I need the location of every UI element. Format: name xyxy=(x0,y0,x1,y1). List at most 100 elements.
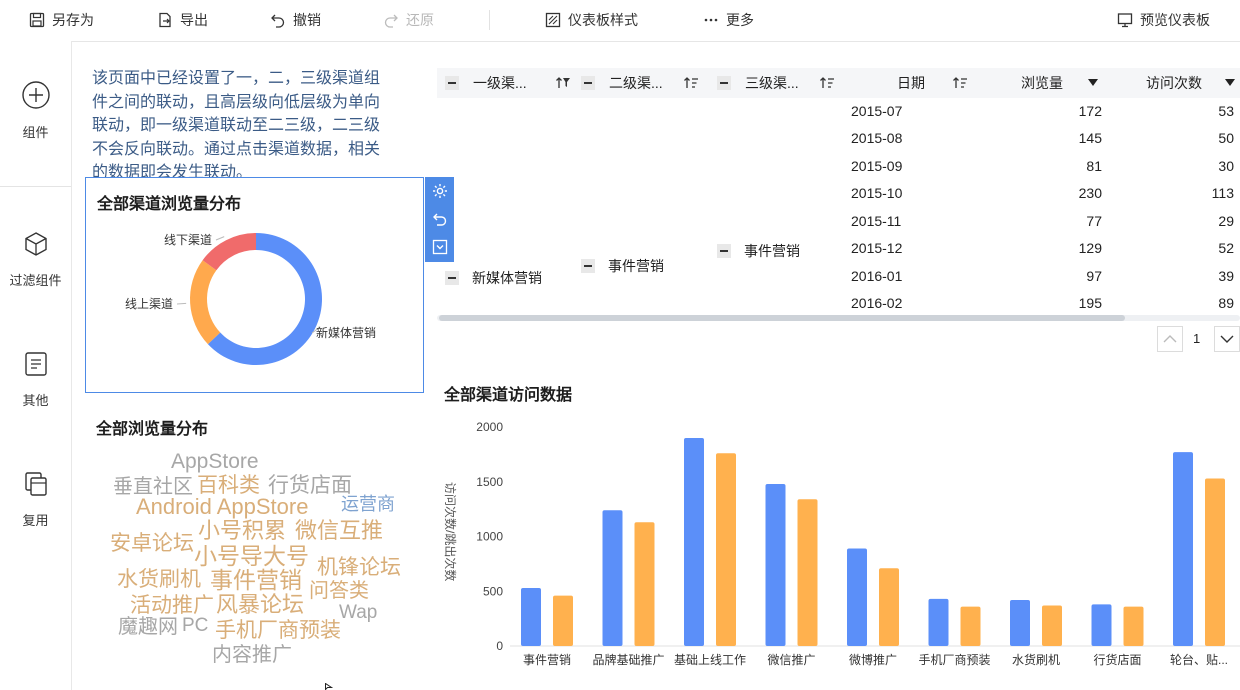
chevron-down-icon xyxy=(1220,335,1234,343)
wordcloud-word[interactable]: 事件营销 xyxy=(210,569,302,592)
page-prev-button[interactable] xyxy=(1157,326,1183,352)
y-tick-label: 1500 xyxy=(476,475,503,489)
donut-chart-widget[interactable]: 全部渠道浏览量分布 新媒体营销 线上渠道 线下渠道 xyxy=(85,177,424,393)
wordcloud-word[interactable]: 机锋论坛 xyxy=(317,557,401,578)
rail-item-other[interactable]: 其他 xyxy=(0,350,71,409)
save-as-button[interactable]: 另存为 xyxy=(29,0,94,40)
wordcloud-word[interactable]: 内容推广 xyxy=(212,645,292,665)
bar[interactable] xyxy=(1205,478,1225,646)
bar[interactable] xyxy=(960,606,981,646)
wordcloud-word[interactable]: 水货刷机 xyxy=(117,569,201,590)
redo-button[interactable]: 还原 xyxy=(383,0,434,40)
row-group-level1[interactable]: 新媒体营销 xyxy=(445,268,542,288)
sort-filter-icon[interactable] xyxy=(555,76,571,90)
cell-pageviews: 129 xyxy=(1078,240,1102,256)
wordcloud-word[interactable]: PC xyxy=(182,616,208,635)
bar[interactable] xyxy=(553,595,573,646)
add-circle-icon xyxy=(21,81,50,109)
collapse-icon[interactable] xyxy=(581,76,595,90)
bar[interactable] xyxy=(521,587,541,646)
wordcloud-word[interactable]: 运营商 xyxy=(341,495,395,513)
wordcloud-word[interactable]: 问答类 xyxy=(309,581,369,601)
header-pageviews[interactable]: 浏览量 xyxy=(1021,68,1098,98)
y-tick-label: 1000 xyxy=(476,530,503,544)
wordcloud-word[interactable]: 行货店面 xyxy=(268,475,352,496)
bar[interactable] xyxy=(879,568,899,646)
copy-icon xyxy=(24,472,47,496)
horizontal-scrollbar-thumb[interactable] xyxy=(439,315,1125,321)
bar[interactable] xyxy=(765,483,786,646)
wordcloud-word[interactable]: Android AppStore xyxy=(136,496,308,518)
rail-item-component[interactable]: 组件 xyxy=(0,80,71,141)
wordcloud-word[interactable]: 微信互推 xyxy=(295,520,383,542)
rail-item-filter[interactable]: 过滤组件 xyxy=(0,230,71,289)
widget-dropdown-button[interactable] xyxy=(425,233,454,261)
cell-visits: 39 xyxy=(1218,268,1234,284)
y-tick-label: 500 xyxy=(483,584,503,598)
x-tick-label: 轮台、贴... xyxy=(1170,652,1228,667)
cell-visits: 53 xyxy=(1218,103,1234,119)
bar[interactable] xyxy=(1173,452,1193,646)
bar[interactable] xyxy=(602,510,623,646)
row-group-level3[interactable]: 事件营销 xyxy=(717,241,800,261)
wordcloud-word[interactable]: Wap xyxy=(339,603,377,622)
wordcloud-word[interactable]: 小号积累 xyxy=(198,520,286,542)
bar[interactable] xyxy=(634,522,655,646)
wordcloud-word[interactable]: 手机厂商预装 xyxy=(215,620,341,641)
bar[interactable] xyxy=(797,499,818,646)
export-button[interactable]: 导出 xyxy=(157,0,208,40)
rail-item-reuse[interactable]: 复用 xyxy=(0,470,71,529)
bar[interactable] xyxy=(928,598,949,646)
bar[interactable] xyxy=(1042,605,1062,646)
more-button[interactable]: 更多 xyxy=(703,0,754,40)
page-number: 1 xyxy=(1193,331,1201,346)
widget-toolbar xyxy=(425,177,454,262)
row-group-level2[interactable]: 事件营销 xyxy=(581,256,664,276)
bar[interactable] xyxy=(684,437,704,646)
bar[interactable] xyxy=(1091,604,1112,646)
collapse-icon[interactable] xyxy=(581,259,595,273)
page-next-button[interactable] xyxy=(1214,326,1240,352)
caret-down-icon[interactable] xyxy=(1087,78,1099,88)
wordcloud-word[interactable]: 风暴论坛 xyxy=(216,594,304,616)
header-label: 二级渠... xyxy=(609,75,663,91)
header-level3[interactable]: 三级渠... xyxy=(717,68,834,98)
header-visits[interactable]: 访问次数 xyxy=(1146,68,1235,98)
wordcloud-word[interactable]: AppStore xyxy=(171,451,259,472)
gear-icon xyxy=(432,184,447,198)
preview-dashboard-button[interactable]: 预览仪表板 xyxy=(1117,0,1210,40)
collapse-icon[interactable] xyxy=(445,271,459,285)
collapse-icon[interactable] xyxy=(717,76,731,90)
wordcloud-word[interactable]: 安卓论坛 xyxy=(110,533,194,554)
widget-undo-button[interactable] xyxy=(425,205,454,233)
bar[interactable] xyxy=(847,548,867,646)
caret-down-icon[interactable] xyxy=(1224,78,1236,88)
x-tick-label: 行货店面 xyxy=(1093,652,1141,667)
donut-label: 线上渠道 xyxy=(125,297,173,311)
dashboard-style-button[interactable]: 仪表板样式 xyxy=(545,0,638,40)
header-level1[interactable]: 一级渠... xyxy=(445,68,570,98)
sort-icon[interactable] xyxy=(683,76,699,90)
wordcloud-word[interactable]: 小号导大号 xyxy=(194,545,309,568)
collapse-icon[interactable] xyxy=(717,244,731,258)
donut-chart: 新媒体营销 线上渠道 线下渠道 xyxy=(125,233,376,365)
wordcloud-word[interactable]: 百科类 xyxy=(197,475,260,496)
bar[interactable] xyxy=(1123,606,1144,646)
cell-visits: 113 xyxy=(1211,185,1234,201)
wordcloud-word[interactable]: 魔趣网 xyxy=(118,617,178,637)
header-level2[interactable]: 二级渠... xyxy=(581,68,698,98)
wordcloud-word[interactable]: 活动推广 xyxy=(130,595,214,616)
level3-value: 事件营销 xyxy=(744,243,800,259)
collapse-icon[interactable] xyxy=(445,76,459,90)
top-toolbar: 另存为 导出 撤销 还原 仪表板样式 更多 预览仪表板 xyxy=(0,0,1240,42)
level1-value: 新媒体营销 xyxy=(472,270,542,286)
header-date[interactable]: 日期 xyxy=(897,68,967,98)
bar[interactable] xyxy=(716,453,736,646)
donut-leader-line xyxy=(215,236,225,241)
donut-slice[interactable] xyxy=(190,260,221,345)
undo-button[interactable]: 撤销 xyxy=(270,0,321,40)
widget-settings-button[interactable] xyxy=(425,177,454,205)
sort-icon[interactable] xyxy=(952,76,968,90)
bar[interactable] xyxy=(1010,600,1030,646)
sort-icon[interactable] xyxy=(819,76,835,90)
